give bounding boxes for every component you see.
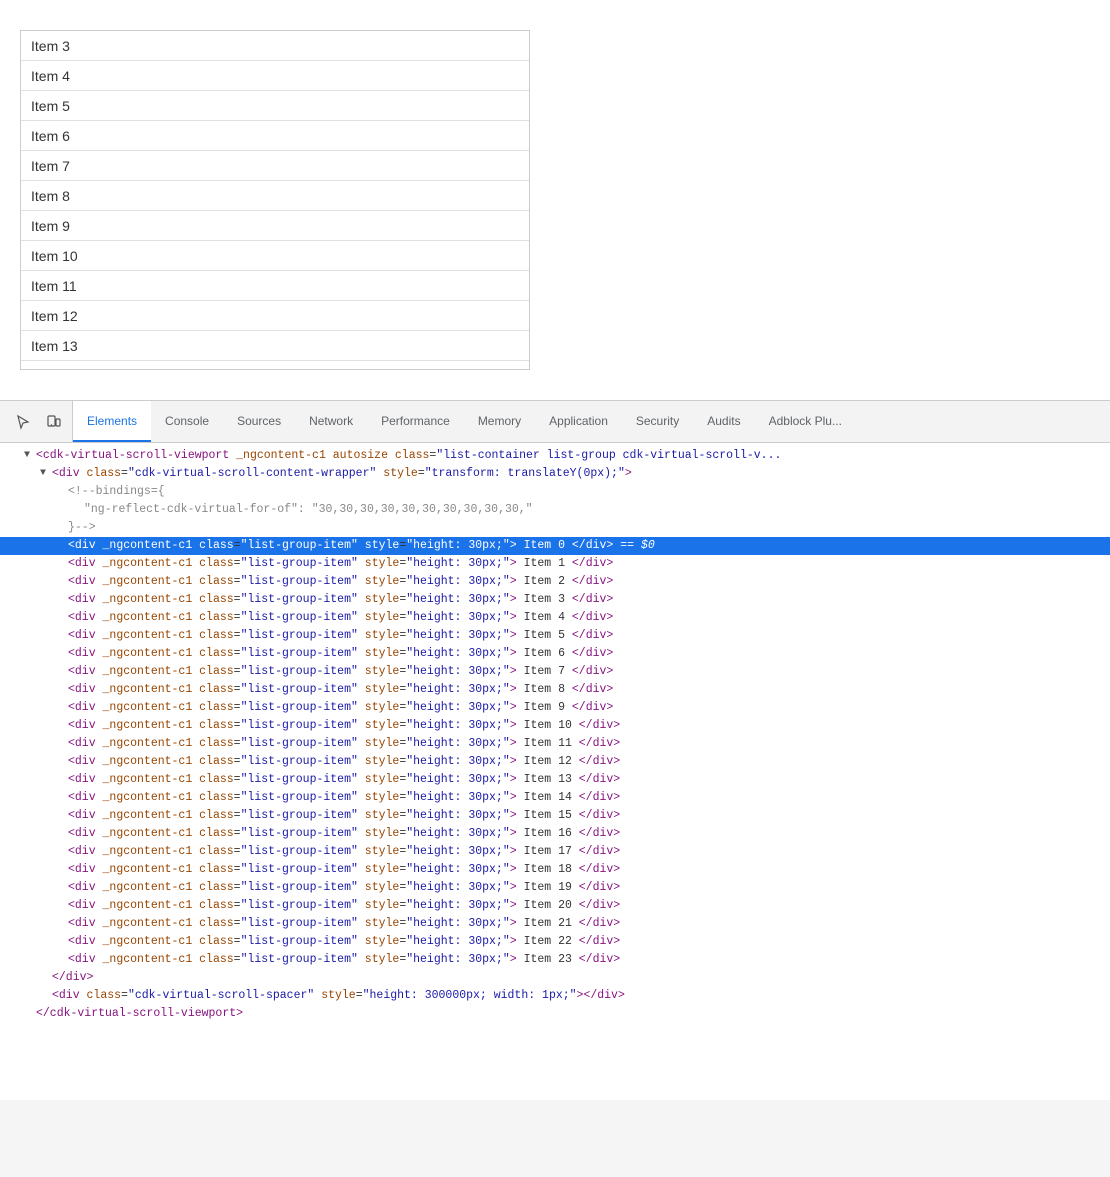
tab-sources[interactable]: Sources [223,401,295,442]
html-line-item15[interactable]: <div _ngcontent-c1 class="list-group-ite… [0,807,1110,825]
virtual-scroll-container[interactable]: Item 3 Item 4 Item 5 Item 6 Item 7 Item … [20,30,530,370]
list-item: Item 5 [21,91,529,121]
html-line-comment: <!--bindings={ [0,483,1110,501]
devtools-elements-panel: ▼ <cdk-virtual-scroll-viewport _ngconten… [0,443,1110,1027]
list-item: Item 4 [21,61,529,91]
tab-security[interactable]: Security [622,401,693,442]
devtools-panel: Elements Console Sources Network Perform… [0,400,1110,1100]
html-line-close-div: </div> [0,969,1110,987]
list-item: Item 12 [21,301,529,331]
html-line-item17[interactable]: <div _ngcontent-c1 class="list-group-ite… [0,843,1110,861]
html-line-item10[interactable]: <div _ngcontent-c1 class="list-group-ite… [0,717,1110,735]
html-line-item12[interactable]: <div _ngcontent-c1 class="list-group-ite… [0,753,1110,771]
html-line-item16[interactable]: <div _ngcontent-c1 class="list-group-ite… [0,825,1110,843]
html-line-comment-end: }--> [0,519,1110,537]
list-item: Item 13 [21,331,529,361]
list-item: Item 14 [21,361,529,370]
device-toggle-icon[interactable] [42,411,64,433]
list-item: Item 3 [21,31,529,61]
html-line-item1[interactable]: <div _ngcontent-c1 class="list-group-ite… [0,555,1110,573]
html-line-item23[interactable]: <div _ngcontent-c1 class="list-group-ite… [0,951,1110,969]
html-line[interactable]: ▼ <div class="cdk-virtual-scroll-content… [0,465,1110,483]
list-item: Item 9 [21,211,529,241]
html-line-item18[interactable]: <div _ngcontent-c1 class="list-group-ite… [0,861,1110,879]
html-line[interactable]: ▼ <cdk-virtual-scroll-viewport _ngconten… [0,447,1110,465]
html-line-item20[interactable]: <div _ngcontent-c1 class="list-group-ite… [0,897,1110,915]
html-line-item13[interactable]: <div _ngcontent-c1 class="list-group-ite… [0,771,1110,789]
list-item: Item 10 [21,241,529,271]
html-line-item0[interactable]: <div _ngcontent-c1 class="list-group-ite… [0,537,1110,555]
tab-console[interactable]: Console [151,401,223,442]
tab-elements[interactable]: Elements [73,401,151,442]
html-line-spacer[interactable]: <div class="cdk-virtual-scroll-spacer" s… [0,987,1110,1005]
list-item: Item 8 [21,181,529,211]
list-item: Item 11 [21,271,529,301]
tab-application[interactable]: Application [535,401,622,442]
expand-triangle[interactable]: ▼ [40,465,52,483]
devtools-icon-bar [4,401,73,442]
tab-memory[interactable]: Memory [464,401,535,442]
tab-audits[interactable]: Audits [693,401,754,442]
tab-adblock[interactable]: Adblock Plu... [755,401,856,442]
expand-triangle[interactable]: ▼ [24,447,36,465]
html-line-item3[interactable]: <div _ngcontent-c1 class="list-group-ite… [0,591,1110,609]
html-line-comment-content: "ng-reflect-cdk-virtual-for-of": "30,30,… [0,501,1110,519]
tab-performance[interactable]: Performance [367,401,464,442]
demo-area: Item 3 Item 4 Item 5 Item 6 Item 7 Item … [0,0,1110,400]
html-line-close-viewport: </cdk-virtual-scroll-viewport> [0,1005,1110,1023]
html-line-item2[interactable]: <div _ngcontent-c1 class="list-group-ite… [0,573,1110,591]
html-line-item8[interactable]: <div _ngcontent-c1 class="list-group-ite… [0,681,1110,699]
tab-network[interactable]: Network [295,401,367,442]
html-line-item22[interactable]: <div _ngcontent-c1 class="list-group-ite… [0,933,1110,951]
list-item: Item 6 [21,121,529,151]
html-line-item4[interactable]: <div _ngcontent-c1 class="list-group-ite… [0,609,1110,627]
html-line-item21[interactable]: <div _ngcontent-c1 class="list-group-ite… [0,915,1110,933]
html-line-item19[interactable]: <div _ngcontent-c1 class="list-group-ite… [0,879,1110,897]
html-line-item11[interactable]: <div _ngcontent-c1 class="list-group-ite… [0,735,1110,753]
devtools-tab-bar: Elements Console Sources Network Perform… [0,401,1110,443]
html-line-item7[interactable]: <div _ngcontent-c1 class="list-group-ite… [0,663,1110,681]
html-line-item6[interactable]: <div _ngcontent-c1 class="list-group-ite… [0,645,1110,663]
list-item: Item 7 [21,151,529,181]
html-line-item5[interactable]: <div _ngcontent-c1 class="list-group-ite… [0,627,1110,645]
html-line-item9[interactable]: <div _ngcontent-c1 class="list-group-ite… [0,699,1110,717]
html-line-item14[interactable]: <div _ngcontent-c1 class="list-group-ite… [0,789,1110,807]
inspect-element-icon[interactable] [12,411,34,433]
